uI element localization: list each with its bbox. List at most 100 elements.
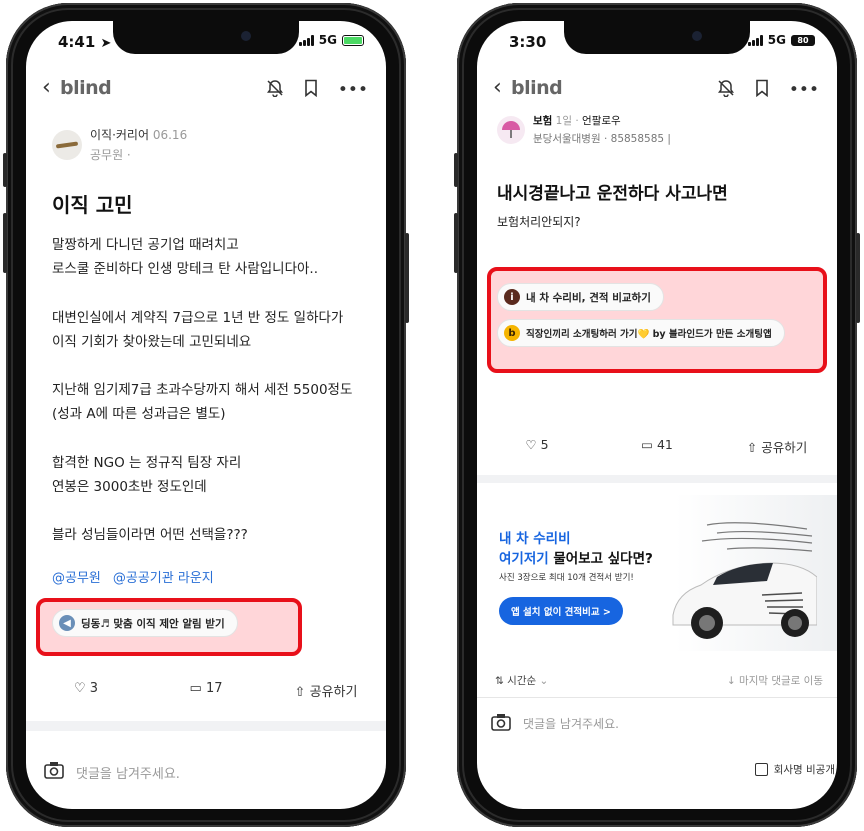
tag-link[interactable]: @공공기관 라운지	[113, 567, 214, 586]
comment-icon: ▭	[189, 681, 202, 696]
network-label: 5G	[767, 33, 786, 47]
power-button	[405, 233, 409, 323]
right-screen: 3:30 5G 80 ‹ blind ••• 보험 1일 · 언팔로우 분당서울…	[477, 21, 837, 809]
brand-logo: blind	[60, 77, 112, 99]
post-title: 이직 고민	[52, 193, 133, 217]
ad-headline-2: 여기저기 물어보고 싶다면?	[499, 551, 653, 567]
comment-button[interactable]: ▭ 41	[597, 437, 717, 456]
like-button[interactable]: ♡ 5	[477, 437, 597, 456]
back-chevron-icon[interactable]: ‹	[42, 75, 51, 100]
like-button[interactable]: ♡ 3	[26, 681, 146, 700]
comment-input[interactable]: 댓글을 남겨주세요.	[76, 763, 180, 782]
nav-bar: ‹ blind •••	[26, 73, 386, 103]
share-icon: ⇧	[294, 685, 306, 700]
promo-chip-car-repair[interactable]: i 내 차 수리비, 견적 비교하기	[497, 283, 664, 311]
umbrella-icon	[502, 120, 520, 138]
heart-icon: ♡	[525, 437, 537, 452]
post-body-line: 합격한 NGO 는 정규직 팀장 자리	[52, 454, 242, 471]
ad-cta-button[interactable]: 앱 설치 없이 견적비교 >	[499, 597, 623, 625]
status-time: 4:41 ➤	[58, 33, 112, 51]
battery-level: 80	[797, 35, 809, 45]
blind-b-icon: b	[504, 325, 520, 341]
notification-off-icon[interactable]	[717, 79, 735, 101]
comment-input-bar: 댓글을 남겨주세요.	[491, 713, 837, 734]
status-indicators: 5G	[298, 33, 364, 47]
post-author: 보험 1일 · 언팔로우 분당서울대병원 · 85858585 |	[497, 113, 837, 146]
chip-label: 직장인끼리 소개팅하러 가기💛 by 블라인드가 만든 소개팅앱	[526, 329, 772, 340]
share-button[interactable]: ⇧ 공유하기	[717, 437, 837, 456]
mute-switch	[3, 153, 7, 187]
front-camera-icon	[692, 31, 702, 41]
post-body: 말짱하게 다니던 공기업 때려치고 로스쿨 준비하다 인생 망테크 탄 사람입니다…	[52, 233, 372, 548]
comment-input[interactable]: 댓글을 남겨주세요.	[523, 715, 619, 732]
jump-to-last-comment[interactable]: ↓ 마지막 댓글로 이동	[727, 673, 823, 688]
chevron-down-icon: ⌄	[539, 675, 549, 687]
avatar[interactable]	[52, 129, 82, 160]
more-options-icon[interactable]: •••	[338, 81, 368, 99]
nav-bar: ‹ blind •••	[477, 73, 837, 103]
post-body-line	[52, 499, 372, 523]
status-indicators: 5G 80	[747, 33, 815, 47]
heart-icon: ♡	[73, 681, 86, 696]
tag-link[interactable]: @공무원	[52, 567, 101, 586]
author-company: 공무원 ·	[90, 148, 131, 162]
info-icon: i	[504, 289, 520, 305]
company-hide-label: 회사명 비공개	[773, 764, 835, 776]
post-body: 보험처리안되지?	[497, 215, 581, 229]
post-category[interactable]: 보험	[533, 115, 552, 127]
unfollow-link[interactable]: 언팔로우	[582, 115, 621, 127]
post-body-line: 말짱하게 다니던 공기업 때려치고	[52, 237, 239, 253]
battery-icon: 80	[791, 34, 815, 46]
post-category[interactable]: 이직·커리어	[90, 128, 149, 142]
left-phone-frame: 4:41 ➤ 5G ‹ blind ••• 이직·커리어 06.16 공무원 ·…	[3, 3, 409, 827]
post-body-line	[52, 281, 372, 305]
post-title: 내시경끝나고 운전하다 사고나면	[497, 184, 728, 204]
left-screen: 4:41 ➤ 5G ‹ blind ••• 이직·커리어 06.16 공무원 ·…	[26, 21, 386, 809]
mute-switch	[454, 153, 458, 187]
post-tags: @공무원 @공공기관 라운지	[52, 567, 386, 586]
section-divider	[26, 721, 386, 731]
post-body-line	[52, 427, 372, 451]
post-actions: ♡ 5 ▭ 41 ⇧ 공유하기	[477, 437, 837, 456]
bookmark-icon[interactable]	[755, 79, 769, 101]
ad-banner[interactable]: 내 차 수리비 여기저기 물어보고 싶다면? 사진 3장으로 최대 10개 견적…	[477, 495, 837, 651]
comment-button[interactable]: ▭ 17	[146, 681, 266, 700]
power-button	[856, 233, 860, 323]
section-divider	[477, 475, 837, 483]
notification-off-icon[interactable]	[266, 79, 284, 101]
more-options-icon[interactable]: •••	[789, 81, 819, 99]
company-hide-toggle[interactable]: 회사명 비공개	[754, 762, 835, 777]
chip-label: 내 차 수리비, 견적 비교하기	[526, 291, 651, 304]
notch	[564, 21, 750, 54]
post-body-line: (성과 A에 따른 성과급은 별도)	[52, 406, 226, 423]
company-hide-checkbox[interactable]	[754, 763, 768, 776]
avatar[interactable]	[497, 115, 525, 144]
post-body-line: 블라 성님들이라면 어떤 선택을???	[52, 527, 248, 544]
post-body-line: 연봉은 3000초반 정도인데	[52, 479, 207, 496]
sort-dropdown[interactable]: ⇅ 시간순 ⌄	[495, 673, 548, 688]
camera-icon[interactable]	[44, 761, 64, 783]
front-camera-icon	[241, 31, 251, 41]
battery-icon	[342, 34, 364, 46]
status-time: 3:30	[509, 33, 547, 51]
share-button[interactable]: ⇧ 공유하기	[266, 681, 386, 700]
volume-up-button	[3, 213, 7, 273]
post-date: 06.16	[152, 128, 188, 142]
promo-chip-job-alert[interactable]: ◀ 딩동♬ 맞춤 이직 제안 알림 받기	[52, 609, 238, 637]
volume-up-button	[454, 213, 458, 273]
chip-dating-container: b 직장인끼리 소개팅하러 가기💛 by 블라인드가 만든 소개팅앱	[497, 319, 837, 347]
camera-icon[interactable]	[491, 713, 511, 734]
ad-subtext: 사진 3장으로 최대 10개 견적서 받기!	[499, 573, 634, 583]
bookmark-icon[interactable]	[304, 79, 318, 101]
share-icon: ⇧	[746, 440, 758, 455]
right-phone-frame: 3:30 5G 80 ‹ blind ••• 보험 1일 · 언팔로우 분당서울…	[454, 3, 860, 827]
post-body-line: 지난해 임기제7급 초과수당까지 해서 세전 5500정도	[52, 382, 353, 399]
signal-icon	[747, 34, 763, 46]
back-chevron-icon[interactable]: ‹	[493, 75, 502, 100]
post-body-line	[52, 354, 372, 378]
sort-icon: ⇅	[495, 675, 504, 687]
network-label: 5G	[318, 33, 337, 47]
post-body-line: 이직 기회가 찾아왔는데 고민되네요	[52, 333, 252, 350]
promo-chip-dating[interactable]: b 직장인끼리 소개팅하러 가기💛 by 블라인드가 만든 소개팅앱	[497, 319, 785, 347]
chip-repair-container: i 내 차 수리비, 견적 비교하기	[497, 283, 837, 311]
